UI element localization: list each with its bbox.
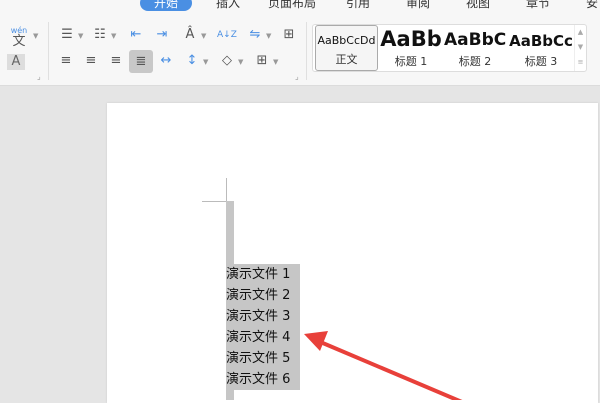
red-arrow-annotation	[304, 331, 463, 400]
